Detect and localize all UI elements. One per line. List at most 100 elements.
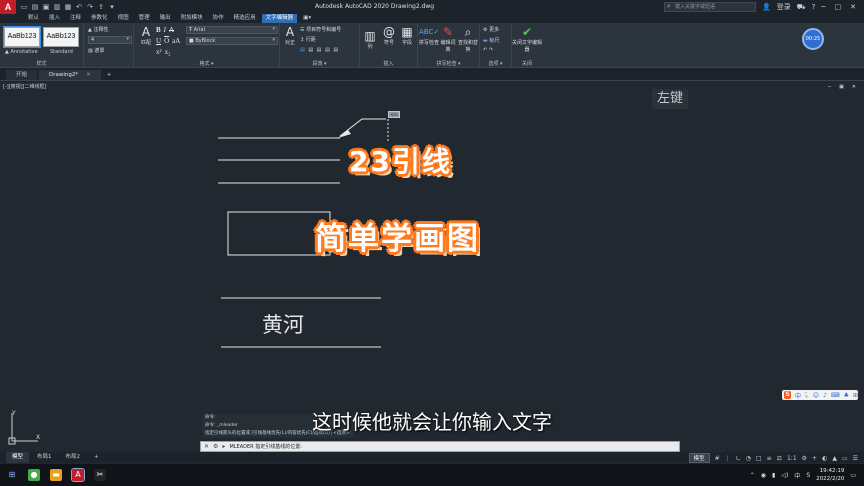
close-tab-icon[interactable]: ✕ <box>86 72 91 78</box>
help-icon[interactable]: ? <box>812 3 816 11</box>
command-line[interactable]: ✕ ⚙ ▸ MLEADER 指定引线基线的位置: <box>200 441 680 452</box>
ime-language-toggle[interactable]: 中 <box>795 391 801 400</box>
ime-keyboard-icon[interactable]: ⌨ <box>831 392 840 399</box>
color-select[interactable]: ■ ByBlock <box>186 37 278 45</box>
tab-manage[interactable]: 管理 <box>135 14 154 23</box>
annotation-scale-icon[interactable]: ⚖ <box>777 455 782 462</box>
redo-icon[interactable]: ↷ <box>86 3 94 11</box>
tab-text-editor[interactable]: 文字编辑器 <box>261 14 298 23</box>
underline-icon[interactable]: U <box>156 37 161 45</box>
ime-emoji-icon[interactable]: ☺ <box>813 392 819 399</box>
tab-parametric[interactable]: 参数化 <box>87 14 112 23</box>
tab-annotate[interactable]: 注释 <box>66 14 85 23</box>
layout-tab-2[interactable]: 布局2 <box>60 452 87 463</box>
tab-collaborate[interactable]: 协作 <box>209 14 228 23</box>
match-button[interactable]: A 匹配 <box>136 25 156 46</box>
customize-menu-icon[interactable]: ☰ <box>853 455 858 462</box>
edit-dictionary-button[interactable]: ✎ 编辑词典 <box>439 25 457 53</box>
qat-dropdown-icon[interactable]: ▾ <box>108 3 116 11</box>
layout-tab-model[interactable]: 模型 <box>6 452 30 463</box>
columns-button[interactable]: ▥ 列 <box>362 29 378 50</box>
plus-icon[interactable]: + <box>812 455 817 462</box>
add-layout-icon[interactable]: + <box>88 452 105 463</box>
share-icon[interactable]: ⇪ <box>97 3 105 11</box>
workspace-gear-icon[interactable]: ⚙ <box>802 455 807 462</box>
mask-button[interactable]: ▨ 遮罩 <box>88 47 104 54</box>
polar-icon[interactable]: ◔ <box>746 455 751 462</box>
case-icon[interactable]: aA <box>172 37 180 45</box>
lineweight-icon[interactable]: ≡ <box>767 455 772 462</box>
drawing-canvas[interactable]: [-][俯视][二维线框] ─ ▣ ✕ 左键 <> 23引线 简单学画图 黄河 … <box>0 80 864 452</box>
osnap-icon[interactable]: □ <box>756 455 762 462</box>
text-redo-icon[interactable]: ↷ <box>489 47 493 53</box>
tray-chevron-icon[interactable]: ⌃ <box>750 472 755 479</box>
model-space-button[interactable]: 模型 <box>688 453 710 463</box>
close-text-editor-button[interactable]: ✔ 关闭文字编辑器 <box>512 25 542 53</box>
align-center-icon[interactable]: ▤ <box>308 47 314 53</box>
ime-grid-icon[interactable]: ⊞ <box>853 392 858 399</box>
tab-view[interactable]: 视图 <box>114 14 133 23</box>
tray-network-icon[interactable]: ▮ <box>772 472 775 479</box>
tab-output[interactable]: 输出 <box>156 14 175 23</box>
tab-addins[interactable]: 附加模块 <box>177 14 207 23</box>
ribbon-toggle-icon[interactable]: ▣▾ <box>299 14 315 23</box>
justify-button[interactable]: A 对正 <box>282 25 298 46</box>
minimize-icon[interactable]: ─ <box>821 3 825 11</box>
search-input[interactable]: 键入关键字或短语 <box>664 2 757 12</box>
ruler-button[interactable]: ▬ 标尺 <box>483 37 499 44</box>
print-icon[interactable]: ▦ <box>64 3 72 11</box>
italic-icon[interactable]: I <box>164 26 166 34</box>
maximize-icon[interactable]: □ <box>835 3 842 11</box>
new-file-icon[interactable]: ▭ <box>20 3 28 11</box>
style-annotative[interactable]: AaBb123 <box>3 26 41 48</box>
strikethrough-icon[interactable]: A <box>169 26 174 34</box>
open-folder-icon[interactable]: ▤ <box>31 3 39 11</box>
font-select[interactable]: Ŧ Arial <box>186 26 278 34</box>
tray-volume-icon[interactable]: ◁) <box>781 472 788 479</box>
annotative-toggle[interactable]: ▲ 注释性 <box>88 26 108 33</box>
close-icon[interactable]: ✕ <box>850 3 856 11</box>
doctab-start[interactable]: 开始 <box>6 70 38 80</box>
line-spacing-button[interactable]: ↕ 行距 <box>300 36 316 43</box>
align-distribute-icon[interactable]: ▤ <box>333 47 339 53</box>
new-tab-icon[interactable]: + <box>103 70 116 80</box>
superscript-icon[interactable]: x² <box>156 48 162 56</box>
text-undo-icon[interactable]: ↶ <box>483 47 487 53</box>
hardware-accel-icon[interactable]: ▲ <box>832 455 837 462</box>
taskbar-capcut-icon[interactable]: ✂ <box>94 469 106 481</box>
ime-mic-icon[interactable]: ♪ <box>823 392 827 399</box>
user-icon[interactable]: 👤 <box>762 3 771 11</box>
tab-insert[interactable]: 插入 <box>45 14 64 23</box>
overline-icon[interactable]: O <box>164 37 169 45</box>
align-left-icon[interactable]: ▤ <box>300 47 306 53</box>
ime-punct-icon[interactable]: ,° <box>805 388 809 402</box>
tray-ime-s-icon[interactable]: S <box>806 472 810 479</box>
align-right-icon[interactable]: ▤ <box>317 47 323 53</box>
clean-screen-icon[interactable]: ▭ <box>842 455 848 462</box>
more-button[interactable]: ⚙ 更多 <box>483 26 499 33</box>
snap-icon[interactable]: ⋮ <box>725 455 731 462</box>
bullets-button[interactable]: ☰ 项目符号和编号 <box>300 26 341 33</box>
notification-icon[interactable]: ▭ <box>850 472 856 479</box>
tab-default[interactable]: 默认 <box>24 14 43 23</box>
command-close-icon[interactable]: ✕ <box>204 443 209 450</box>
cart-icon[interactable]: ⛟ <box>797 3 806 12</box>
command-settings-icon[interactable]: ⚙ <box>213 443 218 450</box>
style-standard[interactable]: AaBb123 <box>43 27 79 47</box>
sogou-logo-icon[interactable]: S <box>784 391 791 399</box>
save-icon[interactable]: ▣ <box>42 3 50 11</box>
cad-text-object[interactable]: 黄河 <box>262 309 304 339</box>
tray-app-icon[interactable]: ◉ <box>761 472 766 479</box>
align-justify-icon[interactable]: ▤ <box>325 47 331 53</box>
doctab-drawing2[interactable]: Drawing2* ✕ <box>39 70 101 80</box>
taskbar-clock[interactable]: 19:42:19 2022/2/20 <box>816 467 844 483</box>
undo-icon[interactable]: ↶ <box>75 3 83 11</box>
scale-label[interactable]: 1:1 <box>787 455 797 462</box>
ortho-icon[interactable]: ∟ <box>736 455 741 462</box>
find-replace-button[interactable]: ⌕ 查找和替换 <box>458 25 478 53</box>
text-height-input[interactable]: 4 <box>88 36 132 44</box>
start-icon[interactable]: ⊞ <box>6 469 18 481</box>
app-menu-button[interactable]: A <box>0 0 16 14</box>
subscript-icon[interactable]: x₂ <box>165 48 171 56</box>
spellcheck-button[interactable]: ABC✓ 拼写检查 <box>419 25 439 46</box>
